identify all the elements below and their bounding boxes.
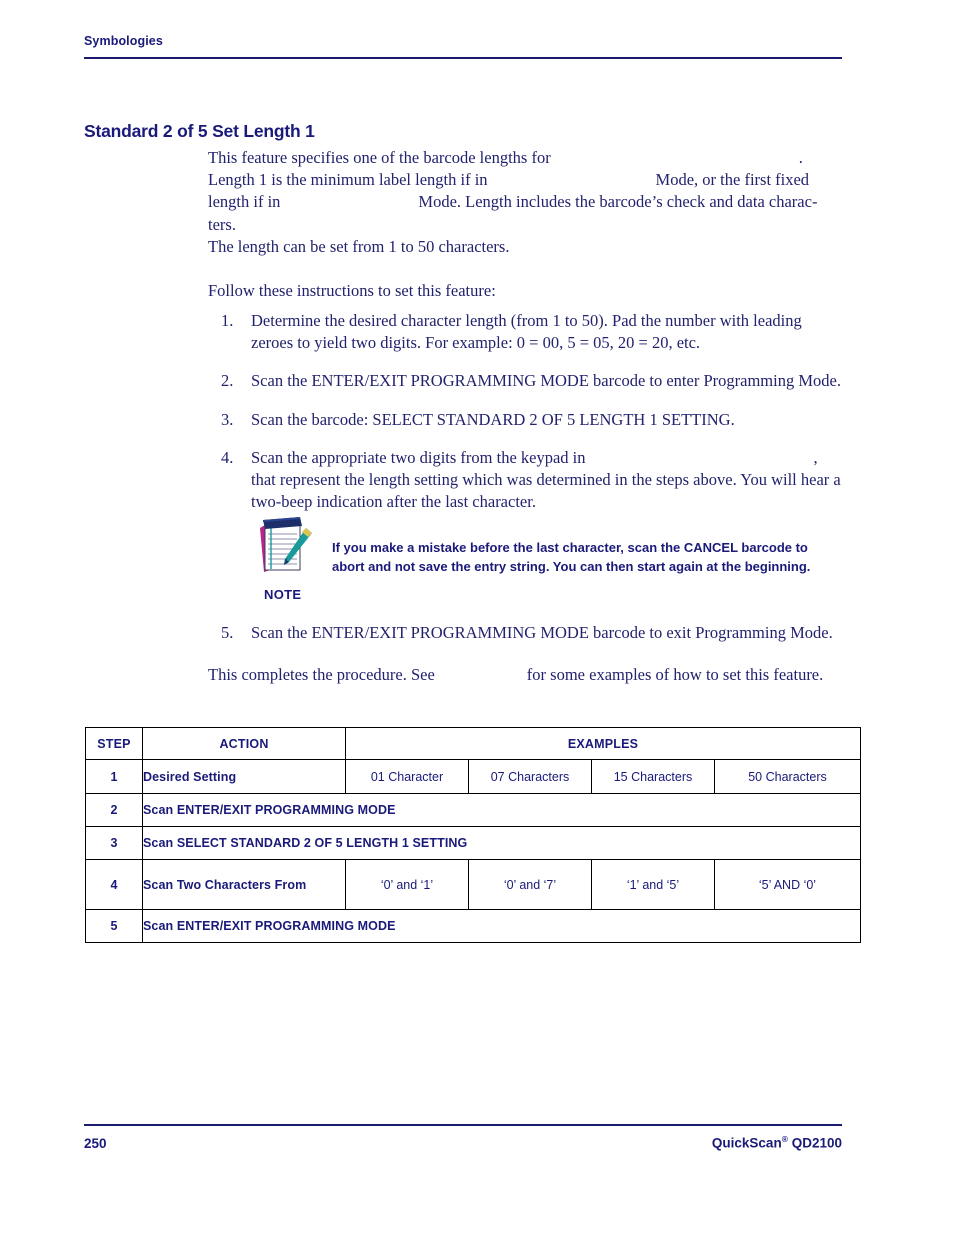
running-header: Symbologies — [84, 34, 842, 59]
table-cell-action: Scan SELECT STANDARD 2 OF 5 LENGTH 1 SET… — [142, 826, 861, 860]
closing-text-b: for some examples of how to set this fea… — [526, 665, 824, 684]
note-label: NOTE — [264, 587, 302, 602]
list-item-text: Scan the ENTER/EXIT PROGRAMMING MODE bar… — [251, 371, 841, 391]
table-cell-example: 01 Character — [345, 759, 469, 794]
table-row: 5 Scan ENTER/EXIT PROGRAMMING MODE — [85, 909, 861, 943]
table-cell-example: ‘1’ and ‘5’ — [591, 859, 715, 910]
intro-line3-b: Mode. Length includes the barcode’s chec… — [418, 192, 818, 212]
table-cell-step: 4 — [85, 859, 143, 910]
table-row: 1 Desired Setting 01 Character 07 Charac… — [85, 759, 861, 794]
table-cell-action: Scan Two Characters From — [142, 859, 346, 910]
list-item-text: Scan the barcode: SELECT STANDARD 2 OF 5… — [251, 409, 735, 429]
list-item-number: 1. — [221, 311, 234, 330]
closing-text-a: This completes the procedure. See — [208, 665, 435, 684]
table-row: 4 Scan Two Characters From ‘0’ and ‘1’ ‘… — [85, 859, 861, 910]
table-cell-example: ‘0’ and ‘7’ — [468, 859, 592, 910]
table-header-action: ACTION — [142, 727, 346, 760]
list-item: 4. Scan the appropriate two digits from … — [208, 447, 844, 514]
footer-product: QuickScan® QD2100 — [712, 1134, 842, 1151]
list-item-number: 3. — [221, 409, 234, 429]
intro-line2-b: Mode, or the first fixed — [655, 170, 810, 190]
table-cell-action: Scan ENTER/EXIT PROGRAMMING MODE — [142, 793, 861, 827]
footer-product-name: QuickScan — [711, 1135, 782, 1151]
footer-product-model: QD2100 — [787, 1135, 842, 1151]
intro-line2-a: Length 1 is the minimum label length if … — [208, 170, 488, 190]
list-item-number: 2. — [221, 371, 234, 391]
list-item-text: Determine the desired character length (… — [251, 311, 802, 353]
table-cell-example: 07 Characters — [468, 759, 592, 794]
table-row: 2 Scan ENTER/EXIT PROGRAMMING MODE — [85, 793, 861, 827]
table-cell-action: Desired Setting — [142, 759, 346, 794]
footer-row: 250 QuickScan® QD2100 — [84, 1134, 842, 1151]
list-item-number: 4. — [221, 447, 234, 467]
table-cell-action: Scan ENTER/EXIT PROGRAMMING MODE — [142, 909, 861, 943]
table-header-examples: EXAMPLES — [345, 727, 861, 760]
table-header-step: STEP — [85, 727, 143, 760]
header-rule — [84, 57, 842, 59]
table-cell-example: 15 Characters — [591, 759, 715, 794]
page-footer: 250 QuickScan® QD2100 — [84, 1124, 842, 1151]
footer-rule — [84, 1124, 842, 1126]
table-cell-example: 50 Characters — [714, 759, 861, 794]
table-cell-step: 5 — [85, 909, 143, 943]
list-item: 1. Determine the desired character lengt… — [208, 310, 844, 354]
intro-follow-instructions: Follow these instructions to set this fe… — [208, 281, 496, 301]
instruction-list-tail: 5. Scan the ENTER/EXIT PROGRAMMING MODE … — [208, 622, 844, 660]
table-cell-step: 2 — [85, 793, 143, 827]
intro-line4: ters. — [208, 214, 236, 234]
list-item-text-a: Scan the appropriate two digits from the… — [251, 447, 586, 467]
closing-paragraph: This completes the procedure. See for som… — [208, 664, 858, 686]
table-cell-step: 1 — [85, 759, 143, 794]
intro-length-range: The length can be set from 1 to 50 chara… — [208, 236, 510, 256]
list-item: 3. Scan the barcode: SELECT STANDARD 2 O… — [208, 409, 844, 431]
intro-line1-b: . — [798, 148, 803, 167]
running-header-title: Symbologies — [84, 34, 163, 48]
intro-block: This feature specifies one of the barcod… — [208, 147, 844, 302]
table-cell-step: 3 — [85, 826, 143, 860]
table-row: 3 Scan SELECT STANDARD 2 OF 5 LENGTH 1 S… — [85, 826, 861, 860]
note-text: If you make a mistake before the last ch… — [332, 540, 811, 574]
procedure-table: STEP ACTION EXAMPLES 1 Desired Setting 0… — [85, 727, 861, 943]
footer-page-number: 250 — [84, 1135, 107, 1151]
list-item-number: 5. — [221, 623, 234, 642]
intro-line1-a: This feature specifies one of the barcod… — [208, 148, 551, 167]
intro-paragraph: This feature specifies one of the barcod… — [208, 147, 844, 236]
table-cell-example: ‘5’ AND ‘0’ — [714, 859, 861, 910]
list-item: 2. Scan the ENTER/EXIT PROGRAMMING MODE … — [208, 370, 844, 392]
document-page: Symbologies Standard 2 of 5 Set Length 1… — [0, 0, 954, 1235]
table-cell-example: ‘0’ and ‘1’ — [345, 859, 469, 910]
instruction-list: 1. Determine the desired character lengt… — [208, 310, 844, 529]
intro-line3-a: length if in — [208, 192, 281, 212]
page-title: Standard 2 of 5 Set Length 1 — [84, 121, 315, 141]
list-item: 5. Scan the ENTER/EXIT PROGRAMMING MODE … — [208, 622, 844, 644]
notepad-pen-icon — [256, 514, 316, 576]
list-item-text: Scan the ENTER/EXIT PROGRAMMING MODE bar… — [251, 623, 833, 642]
table-header-row: STEP ACTION EXAMPLES — [85, 727, 861, 760]
